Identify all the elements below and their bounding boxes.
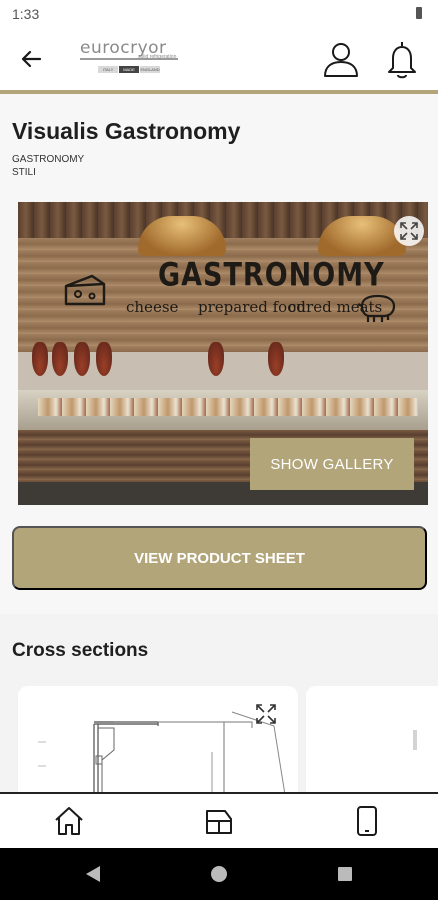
account-button[interactable] bbox=[320, 38, 362, 80]
product-title: Visualis Gastronomy bbox=[12, 118, 241, 144]
hanging-ham bbox=[32, 342, 48, 376]
view-product-sheet-button[interactable]: VIEW PRODUCT SHEET bbox=[12, 526, 427, 590]
cross-section-drawing bbox=[413, 730, 417, 750]
logo-strip-3: ENGLAND bbox=[140, 66, 160, 73]
logo-strip-1: ITALY bbox=[98, 66, 118, 73]
bottom-navigation bbox=[0, 792, 438, 848]
show-gallery-button[interactable]: SHOW GALLERY bbox=[250, 438, 414, 490]
logo-tagline: solid refrigeration bbox=[138, 54, 177, 60]
hanging-ham bbox=[74, 342, 90, 376]
hanging-ham bbox=[96, 342, 112, 376]
user-icon bbox=[324, 43, 358, 77]
expand-image-button[interactable] bbox=[394, 216, 424, 246]
logo-strip-2: MADE bbox=[119, 66, 139, 73]
logo-strip: ITALY MADE ENGLAND bbox=[98, 66, 160, 73]
expand-icon bbox=[256, 704, 276, 724]
status-bar: 1:33 bbox=[0, 0, 438, 28]
back-button[interactable] bbox=[14, 42, 48, 76]
status-time: 1:33 bbox=[12, 6, 40, 22]
hanging-ham bbox=[268, 342, 284, 376]
system-home-icon[interactable] bbox=[210, 864, 228, 884]
pig-icon bbox=[357, 294, 396, 322]
hero-sub-label: cheese bbox=[126, 298, 179, 316]
nav-home[interactable] bbox=[52, 804, 86, 838]
system-navigation-bar bbox=[0, 848, 438, 900]
cross-section-card[interactable] bbox=[306, 686, 438, 792]
cheese-icon bbox=[64, 274, 106, 306]
showcase-icon bbox=[206, 810, 232, 834]
system-recents-icon[interactable] bbox=[336, 864, 354, 884]
hanging-ham bbox=[52, 342, 68, 376]
hanging-ham bbox=[208, 342, 224, 376]
product-category: GASTRONOMY bbox=[12, 154, 85, 165]
nav-products[interactable] bbox=[202, 804, 236, 838]
content-scroll[interactable]: Visualis Gastronomy GASTRONOMY STILI GAS… bbox=[0, 94, 438, 792]
app-bar: eurocryor solid refrigeration ITALY MADE… bbox=[0, 28, 438, 90]
expand-icon bbox=[400, 222, 418, 240]
battery-icon bbox=[416, 7, 422, 19]
hero-sign: GASTRONOMY bbox=[158, 256, 385, 295]
cross-sections-title: Cross sections bbox=[12, 640, 149, 661]
bell-icon bbox=[388, 42, 416, 79]
mobile-icon bbox=[357, 806, 377, 836]
product-line: STILI bbox=[12, 167, 36, 178]
home-icon bbox=[55, 807, 83, 835]
cross-section-card[interactable] bbox=[18, 686, 298, 792]
counter-food bbox=[38, 398, 418, 416]
back-arrow-icon bbox=[21, 50, 42, 68]
system-back-icon[interactable] bbox=[84, 864, 102, 884]
product-card: Visualis Gastronomy GASTRONOMY STILI GAS… bbox=[0, 94, 438, 614]
product-hero-image[interactable]: GASTRONOMY cheese prepared food cured me… bbox=[18, 202, 428, 505]
notifications-button[interactable] bbox=[382, 38, 422, 80]
eurocryor-logo: eurocryor solid refrigeration ITALY MADE… bbox=[80, 38, 180, 80]
nav-device[interactable] bbox=[350, 804, 384, 838]
cross-section-expand-button[interactable] bbox=[252, 700, 280, 728]
